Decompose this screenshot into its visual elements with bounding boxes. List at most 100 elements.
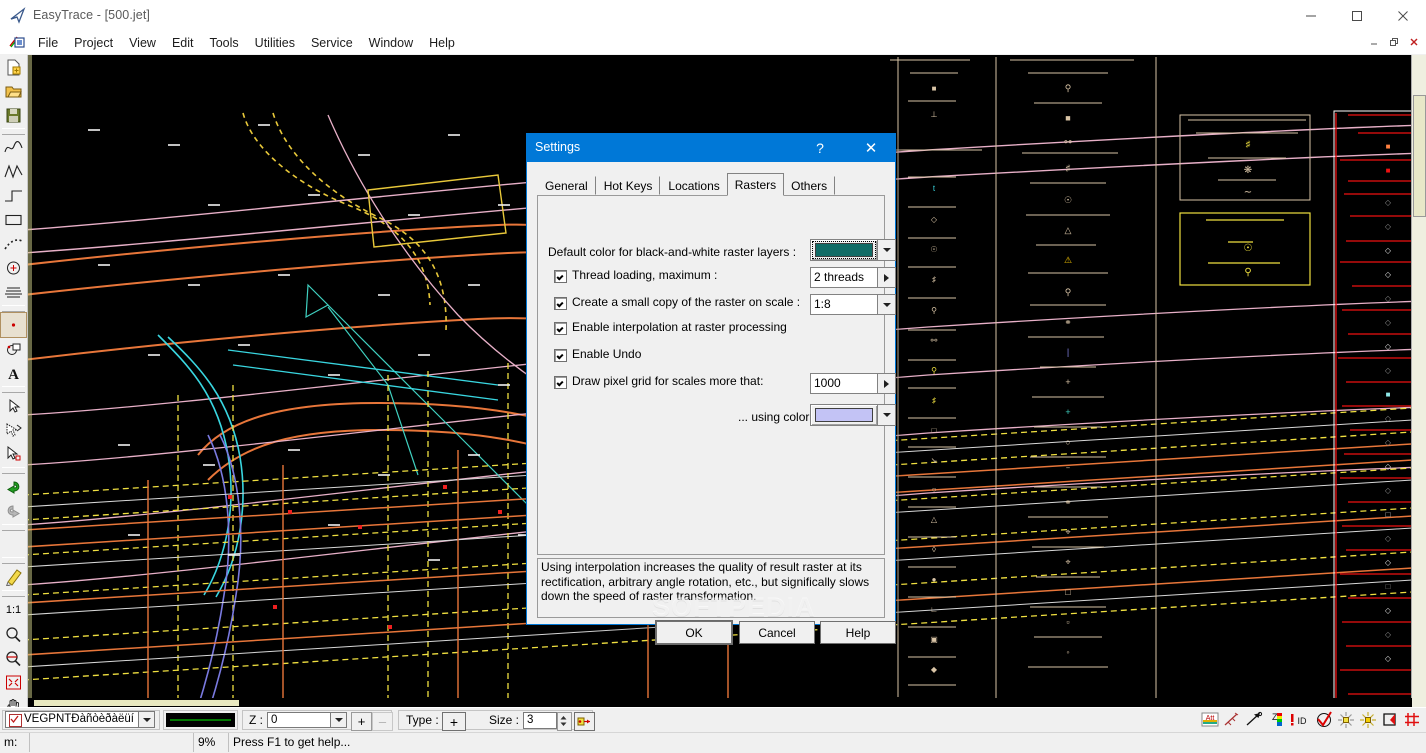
- menu-item-window[interactable]: Window: [361, 33, 421, 53]
- zoom-window-icon[interactable]: [1, 646, 26, 670]
- pixel-grid-checkbox[interactable]: [554, 376, 567, 389]
- z-combo[interactable]: 0: [267, 712, 347, 728]
- symbol-object-icon[interactable]: [1, 337, 26, 361]
- select-lasso-icon[interactable]: [1, 418, 26, 442]
- edit-pencil-icon[interactable]: [1, 565, 26, 589]
- object-id-icon[interactable]: ID: [1288, 710, 1312, 728]
- pixel-grid-scale-combo[interactable]: 1000: [810, 373, 896, 394]
- dialog-close-icon[interactable]: ✕: [849, 136, 893, 160]
- grid-icon[interactable]: [1402, 710, 1422, 728]
- svg-text:◇: ◇: [931, 215, 938, 224]
- chevron-down-icon: [882, 413, 891, 417]
- svg-text:○: ○: [1065, 437, 1070, 447]
- dashed-arc-icon[interactable]: [1, 232, 26, 256]
- menu-item-help[interactable]: Help: [421, 33, 463, 53]
- rectangle-icon[interactable]: [1, 208, 26, 232]
- line-style-preview[interactable]: [166, 713, 235, 727]
- hatch-fill-icon[interactable]: [1, 280, 26, 304]
- verify-topology-icon[interactable]: [1314, 710, 1334, 728]
- select-arrow-icon[interactable]: [1, 394, 26, 418]
- save-disk-icon[interactable]: [1, 103, 26, 127]
- mdi-restore-button[interactable]: [1384, 33, 1404, 51]
- node-snap-grey-icon[interactable]: [1336, 710, 1356, 728]
- thread-loading-checkbox[interactable]: [554, 270, 567, 283]
- text-tool-icon[interactable]: A: [1, 361, 26, 385]
- z-combo-button[interactable]: [330, 713, 346, 727]
- menu-item-tools[interactable]: Tools: [201, 33, 246, 53]
- small-copy-label: Create a small copy of the raster on sca…: [572, 295, 801, 309]
- zoom-actual-size-button[interactable]: 1:1: [1, 598, 26, 622]
- horizontal-scrollbar[interactable]: [28, 698, 1412, 707]
- layer-combo[interactable]: VEGPNTÐàñòèðàëüíû: [5, 711, 155, 728]
- snap-to-point-icon[interactable]: [574, 712, 595, 731]
- vertical-scroll-thumb[interactable]: [1413, 95, 1426, 217]
- vector-direction-icon[interactable]: [1244, 710, 1264, 728]
- menu-item-utilities[interactable]: Utilities: [247, 33, 303, 53]
- help-button[interactable]: Help: [820, 621, 896, 644]
- z-decrease-button[interactable]: –: [372, 712, 393, 731]
- help-question-icon[interactable]: ?: [805, 136, 835, 160]
- close-button[interactable]: [1380, 0, 1426, 31]
- svg-text:♯: ♯: [932, 396, 936, 405]
- point-type-button[interactable]: +: [442, 712, 466, 731]
- tab-rasters[interactable]: Rasters: [726, 173, 785, 196]
- svg-text:↘: ↘: [931, 456, 938, 465]
- polygon-fill-icon[interactable]: [1380, 710, 1400, 728]
- window-controls: [1288, 0, 1426, 31]
- grid-color-swatch[interactable]: [810, 404, 878, 426]
- polyline-icon[interactable]: [1, 160, 26, 184]
- size-spinner[interactable]: [557, 712, 572, 731]
- pixel-grid-scale-combo-button[interactable]: [877, 374, 895, 393]
- menu-item-file[interactable]: File: [30, 33, 66, 53]
- smooth-polyline-icon[interactable]: [1, 136, 26, 160]
- small-copy-checkbox[interactable]: [554, 297, 567, 310]
- node-snap-yellow-icon[interactable]: [1358, 710, 1378, 728]
- orthogonal-line-icon[interactable]: [1, 184, 26, 208]
- horizontal-scroll-thumb[interactable]: [34, 700, 239, 706]
- zoom-in-icon[interactable]: [1, 622, 26, 646]
- svg-text:⚲: ⚲: [931, 366, 937, 375]
- menu-item-edit[interactable]: Edit: [164, 33, 202, 53]
- cancel-button[interactable]: Cancel: [739, 621, 815, 644]
- z-palette-icon[interactable]: Z: [1266, 710, 1286, 728]
- point-object-icon[interactable]: [0, 312, 27, 338]
- left-tool-palette: A 1:1 0 1 2: [0, 55, 28, 746]
- tab-general[interactable]: General: [537, 176, 596, 195]
- tab-locations[interactable]: Locations: [660, 176, 728, 195]
- mdi-close-button[interactable]: [1404, 33, 1424, 51]
- z-increase-button[interactable]: +: [351, 712, 372, 731]
- ok-button[interactable]: OK: [655, 620, 733, 645]
- thread-loading-combo-button[interactable]: [877, 268, 895, 287]
- default-color-swatch[interactable]: [810, 239, 878, 261]
- layer-combo-button[interactable]: [138, 712, 154, 727]
- select-node-icon[interactable]: [1, 442, 26, 466]
- open-folder-icon[interactable]: [1, 79, 26, 103]
- new-document-icon[interactable]: [1, 55, 26, 79]
- small-copy-scale-combo-button[interactable]: [877, 295, 895, 314]
- minimize-button[interactable]: [1288, 0, 1334, 31]
- tab-hot-keys[interactable]: Hot Keys: [595, 176, 661, 195]
- undo-icon[interactable]: [1, 475, 26, 499]
- vertical-scrollbar[interactable]: [1411, 55, 1426, 707]
- measure-angle-icon[interactable]: [1222, 710, 1242, 728]
- document-icon[interactable]: [8, 34, 26, 52]
- attributes-icon[interactable]: Att: [1200, 710, 1220, 728]
- tab-others[interactable]: Others: [783, 176, 836, 195]
- mdi-minimize-button[interactable]: [1364, 33, 1384, 51]
- small-copy-scale-combo[interactable]: 1:8: [810, 294, 896, 315]
- menu-item-view[interactable]: View: [121, 33, 164, 53]
- zoom-extents-icon[interactable]: [1, 670, 26, 694]
- size-input[interactable]: 3: [523, 712, 557, 729]
- redo-icon[interactable]: [1, 499, 26, 523]
- interpolation-checkbox[interactable]: [554, 322, 567, 335]
- circle-point-icon[interactable]: [1, 256, 26, 280]
- menu-item-service[interactable]: Service: [303, 33, 361, 53]
- menu-item-project[interactable]: Project: [66, 33, 121, 53]
- layer-visible-checkbox[interactable]: [9, 714, 22, 727]
- svg-text:◇: ◇: [1385, 294, 1392, 303]
- undo-checkbox[interactable]: [554, 349, 567, 362]
- thread-loading-combo[interactable]: 2 threads: [810, 267, 896, 288]
- grid-color-dropdown-button[interactable]: [878, 404, 896, 426]
- maximize-button[interactable]: [1334, 0, 1380, 31]
- default-color-dropdown-button[interactable]: [878, 239, 896, 261]
